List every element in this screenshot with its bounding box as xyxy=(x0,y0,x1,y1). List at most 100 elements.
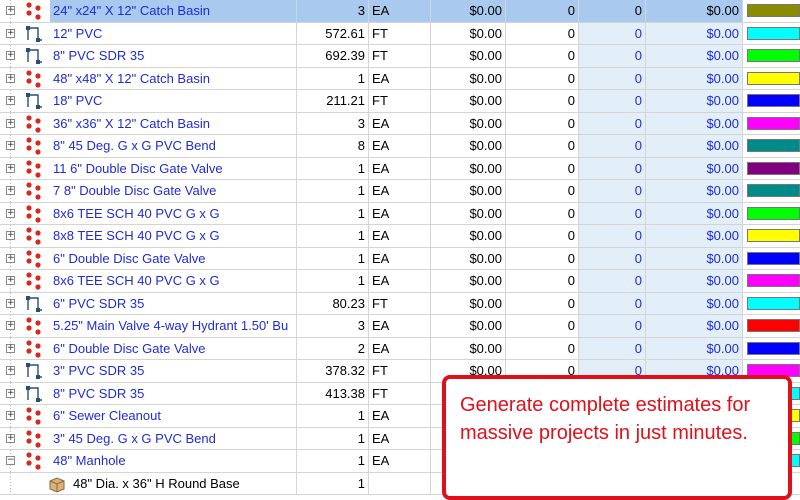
description-cell[interactable]: 6" Double Disc Gate Valve xyxy=(50,337,297,359)
quantity-cell[interactable]: 1 xyxy=(297,472,369,494)
description-cell[interactable]: 8x6 TEE SCH 40 PVC G x G xyxy=(50,202,297,224)
description-cell[interactable]: 6" Double Disc Gate Valve xyxy=(50,247,297,269)
color-swatch[interactable] xyxy=(747,26,800,40)
unit-cell[interactable]: FT xyxy=(369,45,431,67)
expand-toggle-icon[interactable]: + xyxy=(6,276,15,285)
expand-toggle-icon[interactable]: + xyxy=(6,73,15,83)
description-cell[interactable]: 48" x48" X 12" Catch Basin xyxy=(50,67,297,89)
quantity-cell[interactable]: 3 xyxy=(297,112,369,134)
quantity-cell[interactable]: 1 xyxy=(297,427,369,449)
count-cell[interactable]: 0 xyxy=(506,247,579,269)
table-row[interactable]: +48" x48" X 12" Catch Basin 1 EA $0.00 0 0 $0.… xyxy=(0,67,800,90)
quantity-cell[interactable]: 2 xyxy=(297,337,369,359)
color-swatch[interactable] xyxy=(747,229,800,243)
unit-cell[interactable]: FT xyxy=(369,22,431,44)
cost-cell[interactable]: $0.00 xyxy=(431,90,506,112)
cost-cell[interactable]: $0.00 xyxy=(431,22,506,44)
cost-cell[interactable]: $0.00 xyxy=(431,157,506,179)
cost-cell[interactable]: $0.00 xyxy=(431,270,506,292)
color-swatch[interactable] xyxy=(747,71,800,85)
unit-cell[interactable]: EA xyxy=(369,67,431,89)
color-swatch[interactable] xyxy=(747,319,800,333)
quantity-cell[interactable]: 80.23 xyxy=(297,292,369,314)
expand-toggle-icon[interactable]: + xyxy=(6,231,15,240)
count-cell[interactable]: 0 xyxy=(506,45,579,67)
count-cell[interactable]: 0 xyxy=(506,22,579,44)
unit-cell[interactable]: FT xyxy=(369,360,431,382)
table-row[interactable]: +8x6 TEE SCH 40 PVC G x G 1 EA $0.00 0 0 $0.00 xyxy=(0,270,800,293)
color-cell[interactable] xyxy=(743,225,800,247)
unit-cell[interactable]: EA xyxy=(369,0,431,22)
cost-cell[interactable]: $0.00 xyxy=(431,292,506,314)
unit-cell[interactable]: EA xyxy=(369,450,431,472)
expand-toggle-icon[interactable]: + xyxy=(6,208,15,218)
quantity-cell[interactable]: 413.38 xyxy=(297,382,369,404)
color-swatch[interactable] xyxy=(747,94,800,108)
quantity-cell[interactable]: 1 xyxy=(297,157,369,179)
color-swatch[interactable] xyxy=(747,116,800,130)
unit-cell[interactable]: EA xyxy=(369,405,431,427)
color-cell[interactable] xyxy=(743,248,800,270)
quantity-cell[interactable]: 378.32 xyxy=(297,360,369,382)
cost-cell[interactable]: $0.00 xyxy=(431,67,506,89)
color-swatch[interactable] xyxy=(747,251,800,265)
unit-cell[interactable]: EA xyxy=(369,180,431,202)
table-row[interactable]: +8x6 TEE SCH 40 PVC G x G 1 EA $0.00 0 0 $0.00 xyxy=(0,202,800,225)
color-cell[interactable] xyxy=(743,113,800,135)
color-swatch[interactable] xyxy=(747,4,800,18)
quantity-cell[interactable]: 1 xyxy=(297,180,369,202)
cost-cell[interactable]: $0.00 xyxy=(431,45,506,67)
quantity-cell[interactable]: 3 xyxy=(297,315,369,337)
expand-toggle-icon[interactable]: + xyxy=(6,51,15,60)
expand-toggle-icon[interactable]: + xyxy=(6,6,15,15)
quantity-cell[interactable]: 1 xyxy=(297,225,369,247)
color-cell[interactable] xyxy=(743,203,800,225)
unit-cell[interactable]: EA xyxy=(369,270,431,292)
color-cell[interactable] xyxy=(743,68,800,90)
expand-toggle-icon[interactable]: + xyxy=(6,118,15,128)
color-swatch[interactable] xyxy=(747,341,800,355)
color-cell[interactable] xyxy=(743,158,800,180)
quantity-cell[interactable]: 1 xyxy=(297,67,369,89)
quantity-cell[interactable]: 211.21 xyxy=(297,90,369,112)
unit-cell[interactable]: EA xyxy=(369,135,431,157)
unit-cell[interactable] xyxy=(369,472,431,494)
description-cell[interactable]: 36" x36" X 12" Catch Basin xyxy=(50,112,297,134)
cost-cell[interactable]: $0.00 xyxy=(431,0,506,22)
quantity-cell[interactable]: 3 xyxy=(297,0,369,22)
color-cell[interactable] xyxy=(743,270,800,292)
color-cell[interactable] xyxy=(743,23,800,45)
quantity-cell[interactable]: 692.39 xyxy=(297,45,369,67)
count-cell[interactable]: 0 xyxy=(506,90,579,112)
color-swatch[interactable] xyxy=(747,139,800,153)
cost-cell[interactable]: $0.00 xyxy=(431,337,506,359)
expand-toggle-icon[interactable]: + xyxy=(6,321,15,330)
table-row[interactable]: +12" PVC 572.61 FT $0.00 0 0 $0.00 xyxy=(0,22,800,45)
table-row[interactable]: +11 6" Double Disc Gate Valve 1 EA $0.00 0 0 $… xyxy=(0,157,800,180)
color-cell[interactable] xyxy=(743,338,800,360)
unit-cell[interactable]: EA xyxy=(369,427,431,449)
count-cell[interactable]: 0 xyxy=(506,157,579,179)
table-row[interactable]: +8" PVC SDR 35 692.39 FT $0.00 0 0 $0.00 xyxy=(0,45,800,68)
expand-toggle-icon[interactable]: + xyxy=(6,96,15,105)
count-cell[interactable]: 0 xyxy=(506,67,579,89)
expand-toggle-icon[interactable]: + xyxy=(6,253,15,263)
expand-toggle-icon[interactable]: + xyxy=(6,366,15,375)
description-cell[interactable]: 8" PVC SDR 35 xyxy=(50,382,297,404)
color-swatch[interactable] xyxy=(747,206,800,220)
expand-toggle-icon[interactable]: + xyxy=(6,163,15,173)
count-cell[interactable]: 0 xyxy=(506,337,579,359)
count-cell[interactable]: 0 xyxy=(506,180,579,202)
description-cell[interactable]: 18" PVC xyxy=(50,90,297,112)
count-cell[interactable]: 0 xyxy=(506,270,579,292)
description-cell[interactable]: 5.25" Main Valve 4-way Hydrant 1.50' Bu xyxy=(50,315,297,337)
count-cell[interactable]: 0 xyxy=(506,225,579,247)
count-cell[interactable]: 0 xyxy=(506,292,579,314)
color-swatch[interactable] xyxy=(747,274,800,288)
cost-cell[interactable]: $0.00 xyxy=(431,315,506,337)
expand-toggle-icon[interactable]: + xyxy=(6,186,15,195)
quantity-cell[interactable]: 1 xyxy=(297,270,369,292)
count-cell[interactable]: 0 xyxy=(506,202,579,224)
unit-cell[interactable]: EA xyxy=(369,157,431,179)
quantity-cell[interactable]: 1 xyxy=(297,247,369,269)
